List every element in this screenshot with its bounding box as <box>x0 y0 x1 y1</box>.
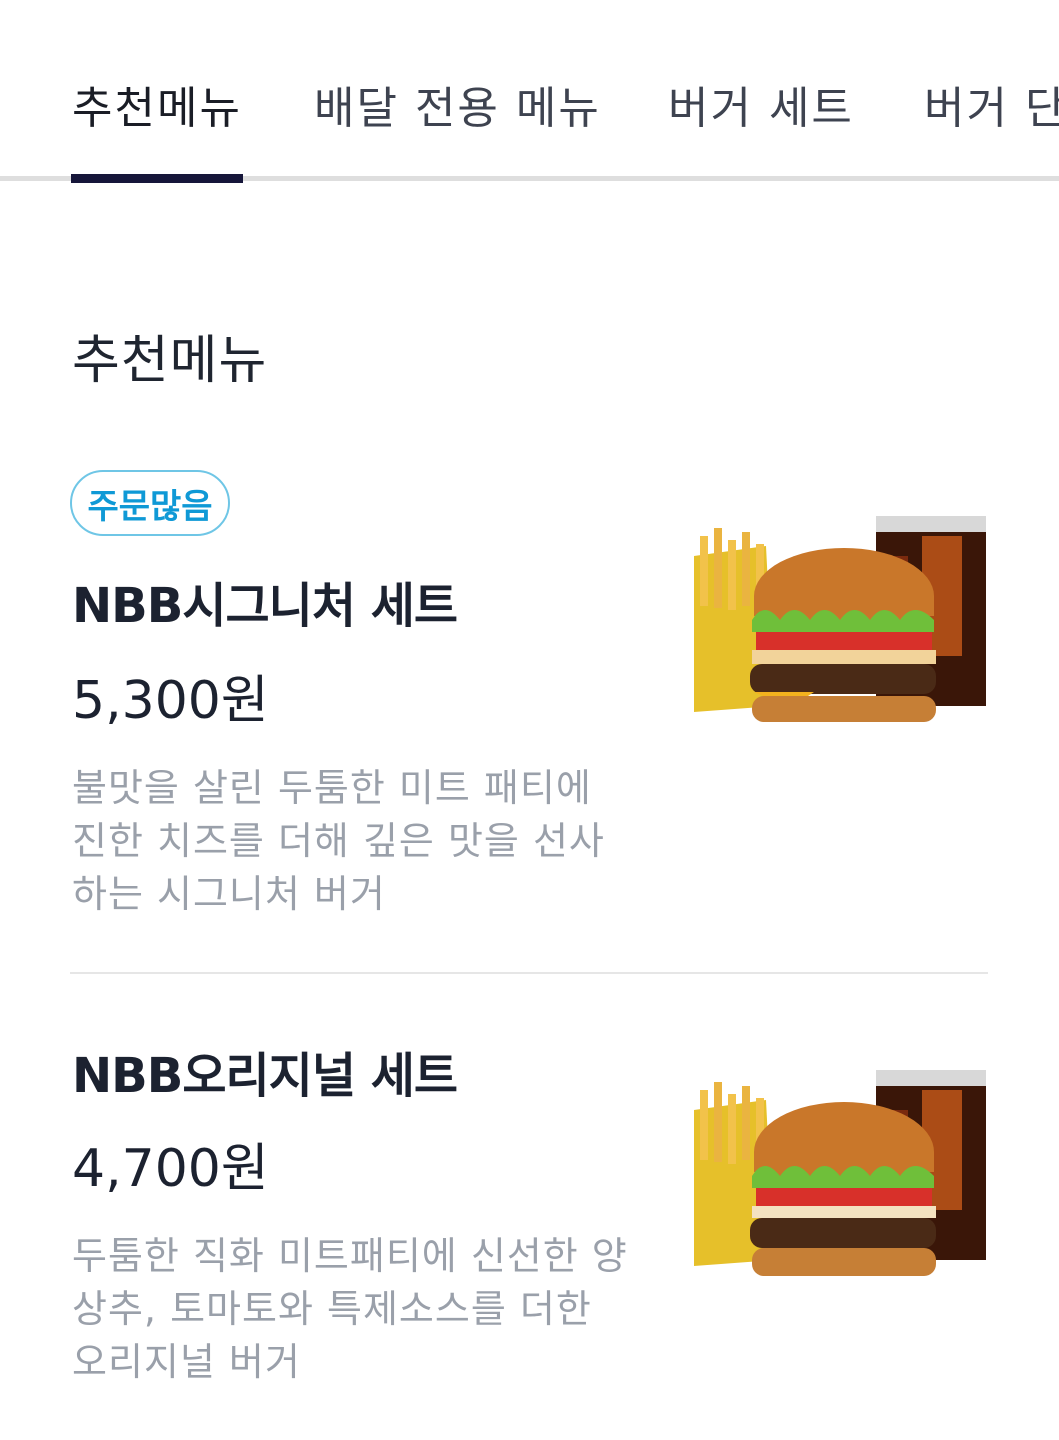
item-divider <box>70 972 988 974</box>
category-tab-bar: 추천메뉴 배달 전용 메뉴 버거 세트 버거 단 <box>0 0 1059 183</box>
burger-set-image <box>694 1070 988 1300</box>
burger-set-image <box>694 516 988 746</box>
section-title: 추천메뉴 <box>72 331 268 391</box>
active-tab-indicator <box>71 174 243 183</box>
menu-item-price: 5,300원 <box>72 671 269 731</box>
tab-recommended[interactable]: 추천메뉴 <box>72 72 242 136</box>
menu-item-price: 4,700원 <box>72 1139 269 1199</box>
menu-item[interactable]: NBB오리지널 세트 4,700원 두툼한 직화 미트패티에 신선한 양상추, … <box>0 1030 1059 1410</box>
menu-item-name: NBB시그니처 세트 <box>72 578 458 634</box>
popular-badge: 주문많음 <box>70 470 230 536</box>
tab-delivery-only[interactable]: 배달 전용 메뉴 <box>314 72 601 136</box>
tab-burger-set[interactable]: 버거 세트 <box>668 72 854 136</box>
menu-item[interactable]: 주문많음 NBB시그니처 세트 5,300원 불맛을 살린 두툼한 미트 패티에… <box>0 470 1059 950</box>
menu-item-description: 두툼한 직화 미트패티에 신선한 양상추, 토마토와 특제소스를 더한 오리지널… <box>72 1234 628 1384</box>
menu-item-description: 불맛을 살린 두툼한 미트 패티에 진한 치즈를 더해 깊은 맛을 선사하는 시… <box>72 766 605 916</box>
menu-item-name: NBB오리지널 세트 <box>72 1048 458 1104</box>
tab-burger-single[interactable]: 버거 단 <box>924 72 1059 136</box>
